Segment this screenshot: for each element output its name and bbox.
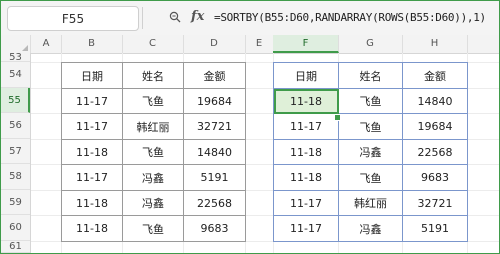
- column-header-b[interactable]: B: [61, 35, 123, 53]
- table-row: 11-17 韩红丽 32721: [61, 113, 246, 140]
- name-box[interactable]: F55: [7, 6, 139, 31]
- spreadsheet-window: F55 fx =SORTBY(B55:D60,RANDARRAY(ROWS(B5…: [0, 0, 500, 254]
- table-row: 11-17 韩红丽 32721: [273, 190, 468, 216]
- name-cell[interactable]: 飞鱼: [122, 215, 184, 242]
- column-header-a[interactable]: A: [31, 35, 62, 53]
- date-cell[interactable]: 11-17: [61, 88, 123, 114]
- name-cell[interactable]: 冯鑫: [122, 190, 184, 216]
- formula-bar-divider: [142, 7, 143, 29]
- row-header-54[interactable]: 54: [1, 62, 30, 88]
- amount-cell[interactable]: 32721: [402, 190, 468, 216]
- row-header-57[interactable]: 57: [1, 139, 30, 164]
- date-cell[interactable]: 11-18: [61, 139, 123, 165]
- fill-handle[interactable]: [334, 114, 341, 121]
- name-cell[interactable]: 韩红丽: [122, 113, 184, 140]
- column-header-d[interactable]: D: [183, 35, 246, 53]
- row-header-60[interactable]: 60: [1, 215, 30, 241]
- amount-cell[interactable]: 9683: [183, 215, 246, 242]
- cell-reference: F55: [61, 11, 85, 26]
- select-all-corner[interactable]: [1, 35, 31, 53]
- zoom-icon[interactable]: [169, 11, 181, 26]
- date-cell[interactable]: 11-17: [61, 113, 123, 140]
- date-cell[interactable]: 11-18: [61, 215, 123, 242]
- name-cell[interactable]: 飞鱼: [338, 164, 403, 191]
- header-name[interactable]: 姓名: [122, 62, 184, 89]
- table-row: 11-18 冯鑫 22568: [61, 190, 246, 216]
- formula-bar: F55 fx =SORTBY(B55:D60,RANDARRAY(ROWS(B5…: [1, 1, 499, 35]
- amount-cell[interactable]: 5191: [402, 215, 468, 242]
- header-name[interactable]: 姓名: [338, 62, 403, 89]
- row-header-53[interactable]: 53: [1, 53, 30, 63]
- table-row: 11-18 冯鑫 22568: [273, 139, 468, 165]
- name-cell[interactable]: 飞鱼: [122, 88, 184, 114]
- row-header-56[interactable]: 56: [1, 113, 30, 139]
- date-cell[interactable]: 11-18: [61, 190, 123, 216]
- amount-cell[interactable]: 14840: [183, 139, 246, 165]
- header-amount[interactable]: 金额: [402, 62, 468, 89]
- column-header-g[interactable]: G: [338, 35, 403, 53]
- header-date[interactable]: 日期: [61, 62, 123, 89]
- amount-cell[interactable]: 22568: [183, 190, 246, 216]
- name-cell[interactable]: 韩红丽: [338, 190, 403, 216]
- column-header-h[interactable]: H: [402, 35, 468, 53]
- date-cell[interactable]: 11-17: [273, 113, 339, 140]
- amount-cell[interactable]: 14840: [402, 88, 468, 114]
- row-header-bar: 53 54 55 56 57 58 59 60 61: [1, 53, 31, 253]
- column-header-f[interactable]: F: [273, 35, 339, 53]
- source-table: 日期 姓名 金额 11-17 飞鱼 19684 11-17 韩红丽 32721 …: [61, 62, 246, 242]
- name-cell[interactable]: 飞鱼: [338, 113, 403, 140]
- sorted-result-table: 日期 姓名 金额 11-18 飞鱼 14840 11-17 飞鱼 19684 1…: [273, 62, 468, 242]
- table-row: 11-18 飞鱼 9683: [273, 164, 468, 191]
- row-header-58[interactable]: 58: [1, 164, 30, 190]
- table-row: 11-18 飞鱼 14840: [273, 88, 468, 114]
- name-cell[interactable]: 冯鑫: [338, 139, 403, 165]
- amount-cell[interactable]: 22568: [402, 139, 468, 165]
- date-cell[interactable]: 11-18: [273, 164, 339, 191]
- row-header-59[interactable]: 59: [1, 190, 30, 215]
- column-header-bar: A B C D E F G H: [1, 35, 499, 54]
- date-cell[interactable]: 11-17: [61, 164, 123, 191]
- formula-input[interactable]: =SORTBY(B55:D60,RANDARRAY(ROWS(B55:D60))…: [214, 11, 495, 24]
- name-cell[interactable]: 飞鱼: [338, 88, 403, 114]
- fx-icon[interactable]: fx: [191, 9, 204, 24]
- amount-cell[interactable]: 19684: [183, 88, 246, 114]
- table-row: 11-17 飞鱼 19684: [61, 88, 246, 114]
- date-cell[interactable]: 11-18: [273, 139, 339, 165]
- header-amount[interactable]: 金额: [183, 62, 246, 89]
- active-cell[interactable]: 11-18: [273, 88, 339, 114]
- table-row: 11-17 飞鱼 19684: [273, 113, 468, 140]
- amount-cell[interactable]: 19684: [402, 113, 468, 140]
- table-row: 11-17 冯鑫 5191: [273, 215, 468, 242]
- row-header-55[interactable]: 55: [1, 88, 30, 113]
- name-cell[interactable]: 冯鑫: [122, 164, 184, 191]
- table-row: 11-17 冯鑫 5191: [61, 164, 246, 191]
- row-header-61[interactable]: 61: [1, 241, 30, 253]
- amount-cell[interactable]: 5191: [183, 164, 246, 191]
- amount-cell[interactable]: 9683: [402, 164, 468, 191]
- column-header-c[interactable]: C: [122, 35, 184, 53]
- column-header-e[interactable]: E: [245, 35, 274, 53]
- header-date[interactable]: 日期: [273, 62, 339, 89]
- table-row: 11-18 飞鱼 9683: [61, 215, 246, 242]
- date-cell[interactable]: 11-17: [273, 215, 339, 242]
- name-cell[interactable]: 飞鱼: [122, 139, 184, 165]
- date-cell[interactable]: 11-17: [273, 190, 339, 216]
- name-cell[interactable]: 冯鑫: [338, 215, 403, 242]
- amount-cell[interactable]: 32721: [183, 113, 246, 140]
- table-row: 11-18 飞鱼 14840: [61, 139, 246, 165]
